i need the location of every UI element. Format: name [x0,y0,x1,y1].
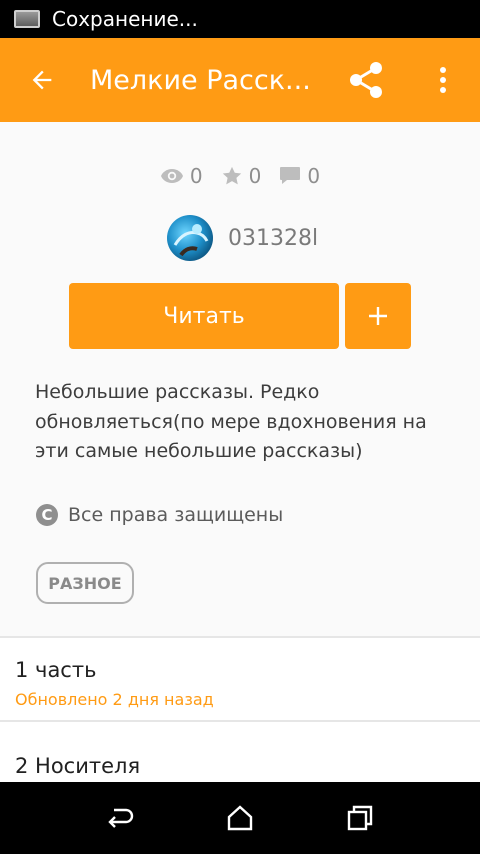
story-description: Небольшие рассказы. Редко обновляеться(п… [35,381,427,462]
part-title: 1 часть [15,658,97,682]
part-list-item[interactable]: 1 часть Обновлено 2 дня назад [0,638,480,720]
part-list-item[interactable]: 2 Носителя [0,722,480,782]
views-count: 0 [189,164,203,188]
copyright-icon: C [36,504,58,526]
comments-count: 0 [307,164,321,188]
part-updated: Обновлено 2 дня назад [15,690,214,709]
back-button[interactable] [0,38,84,122]
navigation-bar [0,782,480,854]
author-name[interactable]: 031328l [228,226,318,251]
author-link[interactable]: 031328l [167,215,318,261]
genre-tag[interactable]: РАЗНОЕ [36,562,134,604]
status-bar: Сохранение... [0,0,480,38]
add-to-library-button[interactable] [345,283,411,349]
arrow-left-icon [32,70,52,90]
votes-count: 0 [248,164,262,188]
page-title: Мелкие Расск... [90,64,311,96]
story-content[interactable]: 0 0 0 031328l Читать Небольшие рассказы.… [0,122,480,782]
recent-apps-icon [347,805,373,831]
more-vertical-icon [440,67,446,93]
avatar-image [173,224,209,257]
comment-icon [280,167,301,184]
votes-stat: 0 [221,164,262,188]
avatar[interactable] [167,215,213,261]
more-options-button[interactable] [420,60,466,100]
app-bar: Мелкие Расск... [0,38,480,122]
undo-back-icon [108,808,134,828]
share-icon [350,62,382,98]
recents-nav-button[interactable] [335,796,385,840]
share-button[interactable] [340,60,392,100]
read-button[interactable]: Читать [69,283,339,349]
copyright-text: Все права защищены [68,504,284,526]
views-stat: 0 [160,164,203,188]
eye-icon [160,169,183,183]
comments-stat: 0 [279,164,320,188]
star-icon [222,166,241,185]
home-nav-button[interactable] [215,796,265,840]
plus-icon [369,307,387,325]
copyright-notice: C Все права защищены [36,504,283,526]
status-text: Сохранение... [52,7,198,31]
part-title: 2 Носителя [15,754,141,778]
story-stats: 0 0 0 [0,164,480,188]
download-image-icon [14,10,40,28]
home-icon [227,805,253,831]
back-nav-button[interactable] [95,796,145,840]
